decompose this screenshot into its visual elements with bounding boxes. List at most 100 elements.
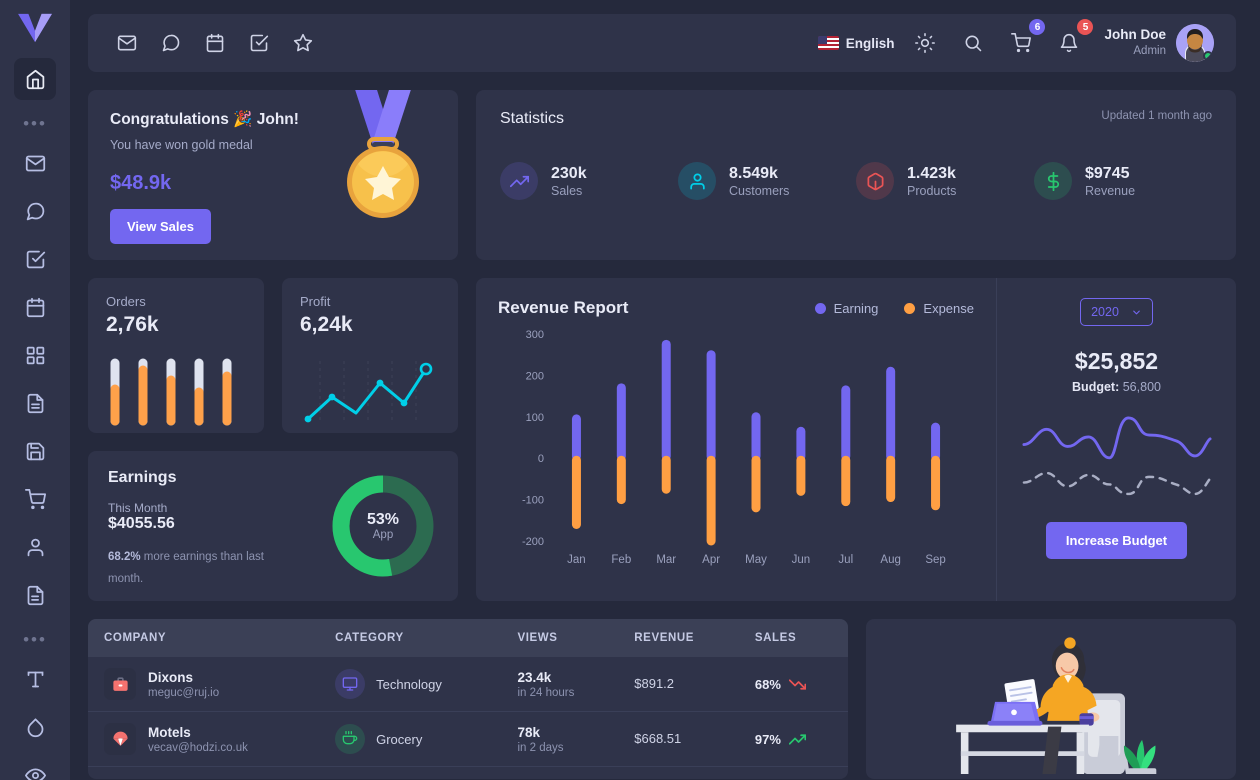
navbar-calendar-button[interactable] <box>198 26 232 60</box>
earnings-card: Earnings This Month $4055.56 68.2% more … <box>88 451 458 601</box>
svg-text:300: 300 <box>526 329 544 341</box>
sidebar-item-ecommerce[interactable] <box>14 430 56 472</box>
sales-percent: 68% <box>754 676 781 692</box>
earnings-donut-chart: 53% App <box>328 471 438 581</box>
droplet-icon <box>27 717 43 737</box>
statistics-updated: Updated 1 month ago <box>1101 110 1212 122</box>
cell-company: Motels vecav@hodzi.co.uk <box>88 711 320 767</box>
stat-label: Revenue <box>1085 184 1136 199</box>
view-sales-button[interactable]: View Sales <box>110 209 211 244</box>
legend-label-expense: Expense <box>923 300 974 316</box>
stat-label: Products <box>907 184 957 199</box>
legend-expense: Expense <box>904 301 974 316</box>
legend-dot-expense <box>904 302 916 314</box>
table-header: COMPANY CATEGORY VIEWS REVENUE SALES <box>88 619 848 657</box>
earnings-note: 68.2% more earnings than last month. <box>108 547 273 591</box>
budget-sparkline <box>1021 416 1212 496</box>
year-select[interactable]: 2020 <box>1080 298 1153 326</box>
left-column: Orders 2,76k Profit 6,24k Earnings This … <box>88 278 458 601</box>
sidebar-item-shop[interactable] <box>14 478 56 520</box>
cart-button[interactable]: 6 <box>1004 19 1046 60</box>
svg-text:Feb: Feb <box>611 554 631 566</box>
revenue-bar-chart: 300 200 100 0 -100 -200 Jan Feb Mar Apr May Jun Jul A… <box>522 329 946 566</box>
stat-revenue: $9745 Revenue <box>1034 162 1212 200</box>
company-email: vecav@hodzi.co.uk <box>148 742 248 755</box>
avatar[interactable] <box>1176 24 1214 62</box>
sidebar-item-invoice[interactable] <box>14 382 56 424</box>
navbar-favorites-button[interactable] <box>286 26 320 60</box>
company-email: meguc@ruj.io <box>148 687 220 700</box>
company-name: Motels <box>148 724 191 740</box>
coffee-icon <box>335 724 366 754</box>
sidebar-item-apps[interactable] <box>14 334 56 376</box>
language-label: English <box>845 35 895 51</box>
language-selector[interactable]: English <box>817 35 895 51</box>
svg-text:200: 200 <box>526 370 544 382</box>
svg-text:0: 0 <box>538 453 544 465</box>
budget-section: 2020 $25,852 Budget: 56,800 Increase Bud… <box>996 278 1236 601</box>
navbar-mail-button[interactable] <box>110 26 144 60</box>
notifications-button[interactable]: 5 <box>1052 19 1094 60</box>
statistics-items: 230k Sales 8.549k Customers 1.423k Produ… <box>500 162 1212 200</box>
sidebar-item-home[interactable] <box>14 58 56 100</box>
theme-toggle-button[interactable] <box>908 26 942 60</box>
cell-sales: 68% <box>738 657 848 712</box>
profit-line-chart <box>300 357 440 427</box>
svg-text:Aug: Aug <box>880 554 900 566</box>
table-row[interactable]: Dixons meguc@ruj.io Technology 23.4k in … <box>88 657 848 712</box>
svg-text:May: May <box>745 554 767 566</box>
revenue-chart-section: Revenue Report Earning Expense 300 200 100… <box>476 278 996 601</box>
navbar-todo-button[interactable] <box>242 26 276 60</box>
main-content: English 6 5 John Doe Admin Congratulatio… <box>70 0 1260 780</box>
company-cell: Motels vecav@hodzi.co.uk <box>104 723 303 755</box>
sidebar: ••• ••• <box>0 0 70 780</box>
sidebar-item-todo[interactable] <box>14 238 56 280</box>
navbar-quick-links <box>110 26 320 60</box>
column-views: VIEWS <box>501 619 619 657</box>
orders-value: 2,76k <box>106 313 159 336</box>
donut-center-label: 53% App <box>328 471 438 581</box>
search-button[interactable] <box>956 26 990 60</box>
profit-line <box>304 361 433 423</box>
sidebar-item-pages[interactable] <box>14 574 56 616</box>
svg-text:Jul: Jul <box>838 554 853 566</box>
sales-percent: 97% <box>754 731 781 747</box>
shopping-cart-icon <box>1011 33 1032 53</box>
navbar-actions: English 6 5 John Doe Admin <box>817 19 1214 62</box>
parachute-icon <box>104 723 136 755</box>
increase-budget-button[interactable]: Increase Budget <box>1045 522 1188 559</box>
table-row[interactable]: Motels vecav@hodzi.co.uk Grocery 78k in … <box>88 711 848 767</box>
views-subtext: in 2 days <box>517 742 564 755</box>
sidebar-item-chat[interactable] <box>14 190 56 232</box>
cart-badge: 6 <box>1029 19 1046 35</box>
views-subtext: in 24 hours <box>517 687 575 700</box>
sidebar-item-colors[interactable] <box>14 706 56 748</box>
column-company: COMPANY <box>88 619 320 657</box>
cell-revenue: $891.2 <box>618 657 739 712</box>
sidebar-item-icons[interactable] <box>14 754 56 780</box>
orders-title: Orders <box>106 294 146 309</box>
user-info: John Doe Admin <box>1104 27 1166 58</box>
column-category: CATEGORY <box>319 619 502 657</box>
navbar-chat-button[interactable] <box>154 26 188 60</box>
app-logo[interactable] <box>15 12 55 44</box>
cell-views: 23.4k in 24 hours <box>501 657 619 712</box>
sidebar-item-calendar[interactable] <box>14 286 56 328</box>
stat-customers: 8.549k Customers <box>678 162 856 200</box>
orders-bars <box>110 358 232 426</box>
check-square-icon <box>26 250 45 268</box>
sidebar-item-typography[interactable] <box>14 658 56 700</box>
stat-value: $9745 <box>1085 164 1130 182</box>
online-status-dot <box>1203 51 1213 61</box>
user-menu[interactable]: John Doe Admin <box>1104 24 1214 62</box>
stat-value: 230k <box>551 164 587 182</box>
sidebar-item-user[interactable] <box>14 526 56 568</box>
statistics-card: Statistics Updated 1 month ago 230k Sale… <box>476 90 1236 260</box>
views-value: 23.4k <box>517 669 552 685</box>
sidebar-item-email[interactable] <box>14 142 56 184</box>
budget-line: Budget: 56,800 <box>1072 380 1161 394</box>
svg-text:100: 100 <box>526 412 544 424</box>
profit-title: Profit <box>300 294 331 309</box>
top-navbar: English 6 5 John Doe Admin <box>88 14 1236 72</box>
statistics-title: Statistics <box>500 110 565 127</box>
